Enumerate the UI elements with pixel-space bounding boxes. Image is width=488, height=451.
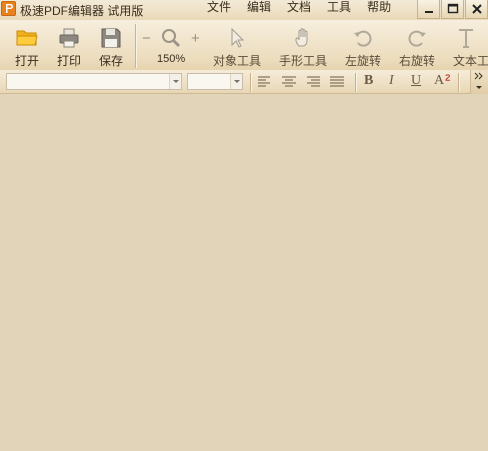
zoom-level: 150% xyxy=(157,53,186,65)
superscript-label: A xyxy=(434,73,445,88)
justify-button[interactable] xyxy=(328,74,346,90)
menu-document[interactable]: 文档 xyxy=(285,0,313,20)
app-logo-icon xyxy=(1,1,16,16)
chevron-down-icon xyxy=(230,74,242,89)
rotate-right-label: 右旋转 xyxy=(398,54,435,68)
menu-tools[interactable]: 工具 xyxy=(325,0,353,20)
hand-tool-button[interactable]: 手形工具 xyxy=(276,20,330,70)
italic-button[interactable]: I xyxy=(389,73,394,89)
font-size-select[interactable] xyxy=(187,73,243,90)
hand-tool-label: 手形工具 xyxy=(278,54,327,68)
justify-icon xyxy=(330,76,344,87)
text-tool-button[interactable]: 文本工 xyxy=(450,20,488,70)
close-button[interactable] xyxy=(465,0,488,19)
superscript-button[interactable]: A xyxy=(434,72,452,90)
align-left-icon xyxy=(258,76,270,87)
format-separator xyxy=(355,73,356,92)
rotate-right-button[interactable]: 右旋转 xyxy=(394,20,440,70)
menu-edit[interactable]: 编辑 xyxy=(245,0,273,20)
printer-icon xyxy=(59,28,79,48)
underline-button[interactable]: U xyxy=(411,73,421,89)
title-bar: 极速PDF编辑器 试用版 文件 编辑 文档 工具 帮助 xyxy=(0,0,488,20)
cursor-arrow-icon xyxy=(231,27,245,48)
save-icon xyxy=(101,28,121,48)
maximize-icon xyxy=(447,3,459,14)
text-tool-label: 文本工 xyxy=(453,54,488,68)
zoom-in-button[interactable]: + xyxy=(191,30,200,47)
align-right-icon xyxy=(307,76,320,87)
menu-file[interactable]: 文件 xyxy=(205,0,233,20)
maximize-button[interactable] xyxy=(441,0,464,19)
format-separator xyxy=(458,73,459,92)
save-button[interactable]: 保存 xyxy=(90,20,132,70)
align-left-button[interactable] xyxy=(256,74,274,90)
zoom-out-button[interactable]: − xyxy=(142,30,151,47)
superscript-icon xyxy=(445,74,451,81)
text-tool-icon xyxy=(459,29,473,48)
chevron-down-icon xyxy=(169,74,181,89)
align-right-button[interactable] xyxy=(304,74,322,90)
rotate-left-label: 左旋转 xyxy=(344,54,381,68)
format-separator xyxy=(250,73,251,92)
chevron-double-right-icon xyxy=(474,72,483,89)
open-label: 打开 xyxy=(14,54,39,68)
align-center-button[interactable] xyxy=(280,74,298,90)
rotate-left-icon xyxy=(354,30,372,47)
toolbar-overflow-button[interactable] xyxy=(470,70,488,94)
print-label: 打印 xyxy=(56,54,81,68)
menu-help[interactable]: 帮助 xyxy=(365,0,393,20)
hand-icon xyxy=(295,28,308,47)
align-center-icon xyxy=(282,76,296,87)
minimize-button[interactable] xyxy=(417,0,440,19)
object-tool-label: 对象工具 xyxy=(212,54,261,68)
toolbar-separator xyxy=(135,24,136,68)
document-workspace[interactable] xyxy=(0,95,488,451)
menu-bar: 文件 编辑 文档 工具 帮助 xyxy=(205,0,405,20)
close-icon xyxy=(472,4,482,14)
rotate-left-button[interactable]: 左旋转 xyxy=(340,20,386,70)
main-toolbar: 打开 打印 保存 − + 150% 对象工具 手形工具 左旋转 右旋转 文本工 xyxy=(0,20,488,70)
bold-button[interactable]: B xyxy=(364,73,373,89)
minimize-icon xyxy=(425,11,433,13)
magnifier-icon xyxy=(162,29,181,48)
folder-icon xyxy=(16,30,38,46)
app-title: 极速PDF编辑器 试用版 xyxy=(20,4,144,18)
save-label: 保存 xyxy=(98,54,123,68)
open-button[interactable]: 打开 xyxy=(6,20,48,70)
window-controls xyxy=(416,0,488,19)
print-button[interactable]: 打印 xyxy=(48,20,90,70)
object-tool-button[interactable]: 对象工具 xyxy=(210,20,264,70)
rotate-right-icon xyxy=(408,30,426,47)
font-name-select[interactable] xyxy=(6,73,182,90)
